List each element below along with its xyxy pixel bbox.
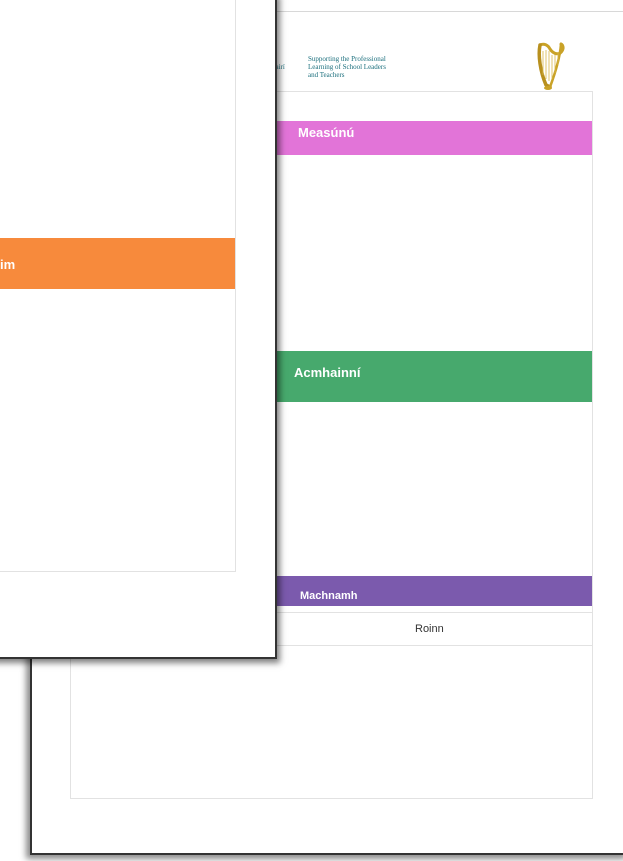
section-title-measunu: Measúnú bbox=[298, 125, 355, 140]
header-tagline: nairí Supporting the Professional Learni… bbox=[272, 55, 386, 79]
column-header-roinn: Roinn bbox=[415, 623, 444, 635]
harp-icon bbox=[537, 42, 565, 90]
header-line-2: Learning of School Leaders bbox=[308, 63, 386, 71]
front-document-page: im bbox=[0, 0, 277, 659]
section-title-orange-fragment: im bbox=[0, 257, 16, 272]
header-line-3: and Teachers bbox=[308, 71, 345, 79]
section-title-machnamh: Machnamh bbox=[300, 590, 358, 602]
header-line-1: Supporting the Professional bbox=[308, 55, 386, 63]
section-band-orange: im bbox=[0, 238, 235, 289]
section-title-acmhainni: Acmhainní bbox=[294, 365, 361, 380]
